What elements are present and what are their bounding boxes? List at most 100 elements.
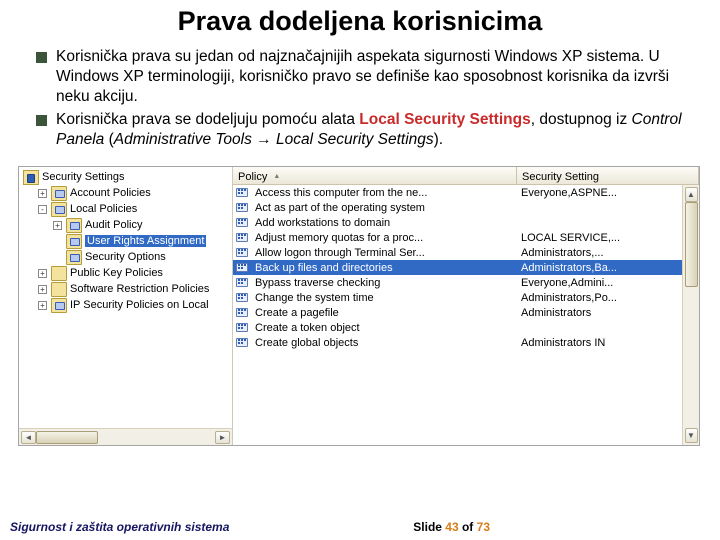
bullet-list: Korisnička prava su jedan od najznačajni…	[0, 47, 720, 162]
policy-name: Create a pagefile	[255, 307, 518, 319]
folder-icon	[66, 250, 82, 265]
policy-name: Create a token object	[255, 322, 518, 334]
policy-icon	[236, 216, 252, 230]
tree-item[interactable]: + IP Security Policies on Local	[21, 297, 232, 313]
list-item[interactable]: Adjust memory quotas for a proc...LOCAL …	[233, 230, 699, 245]
folder-icon	[51, 186, 67, 201]
footer-left: Sigurnost i zaštita operativnih sistema	[10, 520, 229, 534]
bullet-item: Korisnička prava su jedan od najznačajni…	[36, 47, 700, 106]
tree-label: Local Policies	[70, 203, 137, 215]
tree-item[interactable]: + Public Key Policies	[21, 265, 232, 281]
scroll-track[interactable]	[36, 431, 215, 444]
tree-pane: Security Settings +Account Policies - Loca…	[19, 167, 233, 445]
text: , dostupnog iz	[531, 111, 632, 128]
list-item[interactable]: Change the system timeAdministrators,Po.…	[233, 290, 699, 305]
horizontal-scrollbar[interactable]: ◄ ►	[19, 428, 232, 445]
tree-label: User Rights Assignment	[85, 235, 206, 247]
security-setting: LOCAL SERVICE,...	[518, 232, 699, 244]
policy-icon	[236, 321, 252, 335]
text: Slide	[413, 520, 445, 534]
list-pane: Policy ▲ Security Setting Access this co…	[233, 167, 699, 445]
security-setting: Administrators,Po...	[518, 292, 699, 304]
policy-name: Bypass traverse checking	[255, 277, 518, 289]
tree-item[interactable]: User Rights Assignment	[21, 233, 232, 249]
list-item[interactable]: Create global objectsAdministrators IN	[233, 335, 699, 350]
collapse-icon[interactable]: -	[38, 205, 47, 214]
policy-name: Create global objects	[255, 337, 518, 349]
folder-icon	[51, 298, 67, 313]
tree-label: Software Restriction Policies	[70, 283, 209, 295]
tree-label: IP Security Policies on Local	[70, 299, 209, 311]
tree-item[interactable]: + Software Restriction Policies	[21, 281, 232, 297]
text: of	[459, 520, 477, 534]
policy-name: Adjust memory quotas for a proc...	[255, 232, 518, 244]
scroll-right-button[interactable]: ►	[215, 431, 230, 444]
tree-label: Security Options	[85, 251, 166, 263]
tree-label: Public Key Policies	[70, 267, 163, 279]
policy-name: Access this computer from the ne...	[255, 187, 518, 199]
text: Korisnička prava se dodeljuju pomoću ala…	[56, 111, 359, 128]
list-item[interactable]: Act as part of the operating system	[233, 200, 699, 215]
bullet-item: Korisnička prava se dodeljuju pomoću ala…	[36, 110, 700, 150]
list-item[interactable]: Access this computer from the ne...Every…	[233, 185, 699, 200]
text: (	[104, 131, 113, 148]
footer-right: Slide 43 of 73	[413, 520, 490, 534]
scroll-up-button[interactable]: ▲	[685, 187, 698, 202]
tree-item[interactable]: + Audit Policy	[21, 217, 232, 233]
folder-icon	[66, 234, 82, 249]
security-setting: Administrators,...	[518, 247, 699, 259]
local-security-settings-window: Security Settings +Account Policies - Loca…	[18, 166, 700, 446]
expand-icon[interactable]: +	[53, 221, 62, 230]
tree-root[interactable]: Security Settings	[21, 169, 232, 185]
expand-icon[interactable]: +	[38, 269, 47, 278]
scroll-thumb[interactable]	[685, 202, 698, 287]
sort-asc-icon: ▲	[273, 173, 280, 180]
slide-total: 73	[477, 520, 490, 534]
bullet-text: Korisnička prava se dodeljuju pomoću ala…	[56, 110, 700, 150]
security-setting: Administrators,Ba...	[518, 262, 699, 274]
text-emphasis: Local Security Settings	[359, 111, 530, 128]
list-header: Policy ▲ Security Setting	[233, 167, 699, 185]
security-setting: Administrators	[518, 307, 699, 319]
scroll-thumb[interactable]	[36, 431, 98, 444]
folder-icon	[51, 266, 67, 281]
tree-item[interactable]: - Local Policies	[21, 201, 232, 217]
tree-item[interactable]: +Account Policies	[21, 185, 232, 201]
column-header-policy[interactable]: Policy ▲	[233, 167, 517, 184]
scroll-track[interactable]	[685, 202, 698, 428]
security-settings-icon	[23, 170, 39, 185]
text: ).	[434, 131, 443, 148]
tree-item[interactable]: Security Options	[21, 249, 232, 265]
security-setting: Everyone,ASPNE...	[518, 187, 699, 199]
policy-name: Back up files and directories	[255, 262, 518, 274]
scroll-left-button[interactable]: ◄	[21, 431, 36, 444]
expand-icon[interactable]: +	[38, 301, 47, 310]
list-item[interactable]: Back up files and directoriesAdministrat…	[233, 260, 699, 275]
slide-title: Prava dodeljena korisnicima	[0, 0, 720, 47]
policy-name: Add workstations to domain	[255, 217, 518, 229]
column-header-security-setting[interactable]: Security Setting	[517, 167, 699, 184]
list-item[interactable]: Add workstations to domain	[233, 215, 699, 230]
expand-icon[interactable]: +	[38, 189, 47, 198]
list-item[interactable]: Create a token object	[233, 320, 699, 335]
vertical-scrollbar[interactable]: ▲ ▼	[682, 185, 699, 445]
scroll-down-button[interactable]: ▼	[685, 428, 698, 443]
policy-name: Change the system time	[255, 292, 518, 304]
list-item[interactable]: Allow logon through Terminal Ser...Admin…	[233, 245, 699, 260]
list-item[interactable]: Create a pagefileAdministrators	[233, 305, 699, 320]
tree-body: Security Settings +Account Policies - Loca…	[19, 167, 232, 428]
bullet-text: Korisnička prava su jedan od najznačajni…	[56, 47, 700, 106]
text-italic: Administrative Tools → Local Security Se…	[114, 131, 434, 148]
list-item[interactable]: Bypass traverse checkingEveryone,Admini.…	[233, 275, 699, 290]
slide-footer: Sigurnost i zaštita operativnih sistema …	[0, 520, 720, 534]
policy-icon	[236, 246, 252, 260]
slide-number: 43	[445, 520, 458, 534]
security-setting: Everyone,Admini...	[518, 277, 699, 289]
policy-icon	[236, 291, 252, 305]
policy-name: Act as part of the operating system	[255, 202, 518, 214]
tree-label: Audit Policy	[85, 219, 142, 231]
bullet-marker-icon	[36, 115, 47, 126]
expand-icon[interactable]: +	[38, 285, 47, 294]
policy-icon	[236, 336, 252, 350]
folder-icon	[66, 218, 82, 233]
